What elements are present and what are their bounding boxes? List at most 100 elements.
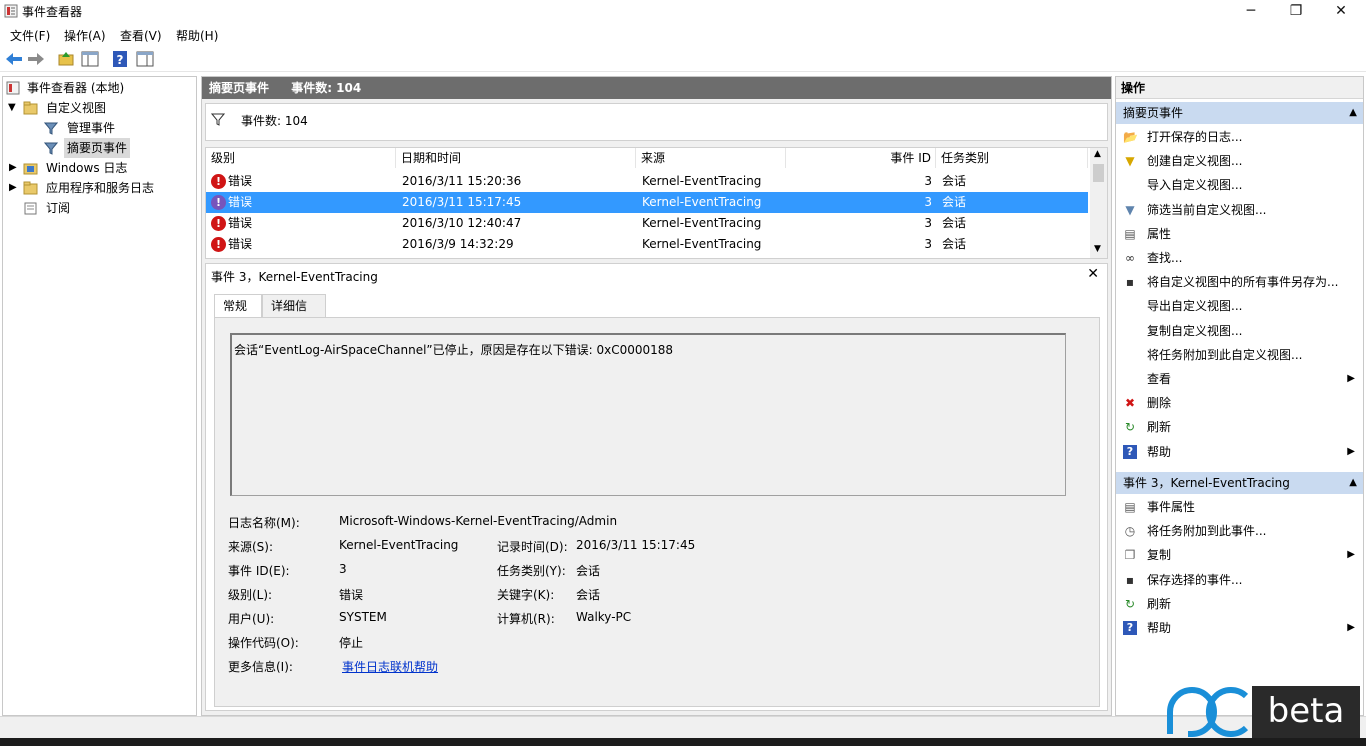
label-log-name: 日志名称(M): — [228, 516, 300, 530]
events-table: 级别 日期和时间 来源 事件 ID 任务类别 ! 错误 2016/3/11 15… — [205, 147, 1108, 259]
action-item[interactable]: ❐ 复制 ▶ — [1116, 544, 1363, 566]
column-header-category[interactable]: 任务类别 — [936, 148, 1088, 168]
action-item[interactable]: ? 帮助 ▶ — [1116, 617, 1363, 639]
action-label: 将自定义视图中的所有事件另存为... — [1147, 275, 1339, 290]
menu-file[interactable]: 文件(F) — [10, 27, 50, 44]
collapse-up-icon[interactable]: ▲ — [1349, 472, 1357, 494]
action-label: 打开保存的日志... — [1147, 130, 1243, 144]
more-info-link[interactable]: 事件日志联机帮助 — [342, 658, 438, 675]
back-arrow-icon[interactable] — [4, 49, 24, 69]
cell-datetime: 2016/3/11 15:17:45 — [402, 195, 522, 209]
status-bar — [0, 716, 1366, 738]
close-window-button[interactable]: ✕ — [1318, 0, 1364, 22]
event-message-box[interactable]: 会话“EventLog-AirSpaceChannel”已停止，原因是存在以下错… — [230, 333, 1066, 496]
collapse-up-icon[interactable]: ▲ — [1349, 102, 1357, 124]
action-item[interactable]: ✖ 删除 — [1116, 392, 1363, 414]
maximize-button[interactable]: ❐ — [1273, 0, 1319, 22]
scrollbar-thumb[interactable] — [1093, 164, 1104, 182]
cell-level: 错误 — [228, 195, 253, 209]
table-scrollbar[interactable]: ▲ ▼ — [1090, 148, 1107, 258]
collapsed-chevron-icon[interactable]: ▶ — [9, 158, 17, 178]
cell-event-id: 3 — [924, 174, 932, 188]
menu-view[interactable]: 查看(V) — [120, 27, 162, 44]
error-icon: ! — [211, 237, 226, 252]
tree-item-windows-logs[interactable]: ▶ Windows 日志 — [6, 158, 186, 178]
cell-source: Kernel-EventTracing — [642, 174, 762, 188]
menu-action[interactable]: 操作(A) — [64, 27, 106, 44]
tab-details[interactable]: 详细信息 — [262, 294, 326, 335]
cell-datetime: 2016/3/11 15:20:36 — [402, 174, 522, 188]
column-header-event-id[interactable]: 事件 ID — [786, 148, 936, 168]
section-header-summary-events[interactable]: 摘要页事件 ▲ — [1116, 102, 1363, 124]
value-task-category: 会话 — [576, 564, 601, 578]
action-item[interactable]: ▤ 事件属性 — [1116, 496, 1363, 518]
section-header-event[interactable]: 事件 3，Kernel-EventTracing ▲ — [1116, 472, 1363, 494]
action-item[interactable]: ▼ 创建自定义视图... — [1116, 150, 1363, 172]
label-computer: 计算机(R): — [497, 612, 555, 626]
cell-category: 会话 — [942, 216, 967, 230]
watermark-box: beta — [1252, 686, 1360, 738]
action-label: 帮助 — [1147, 621, 1172, 635]
help-icon[interactable]: ? — [110, 49, 130, 69]
action-item[interactable]: 将任务附加到此自定义视图... — [1116, 344, 1363, 366]
value-logged: 2016/3/11 15:17:45 — [576, 538, 696, 552]
table-row[interactable]: ! 错误 2016/3/9 14:32:29 Kernel-EventTraci… — [206, 234, 1088, 255]
tree-item-app-service-logs[interactable]: ▶ 应用程序和服务日志 — [6, 178, 186, 198]
action-item[interactable]: ↻ 刷新 — [1116, 593, 1363, 615]
svg-text:?: ? — [117, 53, 124, 67]
expanded-chevron-icon[interactable]: ▼ — [8, 98, 16, 118]
folder-open-icon: 📂 — [1123, 130, 1138, 144]
value-user: SYSTEM — [339, 610, 387, 624]
tree-item-admin-events[interactable]: 管理事件 — [6, 118, 186, 138]
action-item[interactable]: ∞ 查找... — [1116, 247, 1363, 269]
tree-item-subscriptions[interactable]: 订阅 — [6, 198, 186, 218]
action-item[interactable]: 导出自定义视图... — [1116, 295, 1363, 317]
task-icon: ◷ — [1124, 524, 1136, 539]
tree-item-custom-views[interactable]: ▼ 自定义视图 — [6, 98, 186, 118]
event-message: 会话“EventLog-AirSpaceChannel”已停止，原因是存在以下错… — [234, 343, 674, 357]
menu-help[interactable]: 帮助(H) — [176, 27, 218, 44]
action-item[interactable]: ▪ 保存选择的事件... — [1116, 569, 1363, 591]
show-hide-tree-icon[interactable] — [80, 49, 100, 69]
forward-arrow-icon[interactable] — [26, 49, 46, 69]
cell-source: Kernel-EventTracing — [642, 237, 762, 251]
show-hide-action-pane-icon[interactable] — [135, 49, 155, 69]
minimize-button[interactable]: ─ — [1228, 0, 1274, 22]
general-tab-body: 会话“EventLog-AirSpaceChannel”已停止，原因是存在以下错… — [214, 317, 1100, 707]
value-opcode: 停止 — [339, 636, 364, 650]
action-item[interactable]: 导入自定义视图... — [1116, 174, 1363, 196]
cell-level: 错误 — [228, 174, 253, 188]
table-row[interactable]: ! 错误 2016/3/10 12:40:47 Kernel-EventTrac… — [206, 213, 1088, 234]
tab-general[interactable]: 常规 — [214, 294, 262, 318]
action-item[interactable]: ▤ 属性 — [1116, 223, 1363, 245]
collapsed-chevron-icon[interactable]: ▶ — [9, 178, 17, 198]
actions-pane: 操作 摘要页事件 ▲ 📂 打开保存的日志... ▼ 创建自定义视图... 导入自定义视图… — [1115, 76, 1364, 716]
folder-icon — [23, 163, 38, 175]
action-item[interactable]: ? 帮助 ▶ — [1116, 441, 1363, 463]
label-opcode: 操作代码(O): — [228, 636, 299, 650]
action-item[interactable]: ◷ 将任务附加到此事件... — [1116, 520, 1363, 542]
table-row[interactable]: ! 错误 2016/3/11 15:20:36 Kernel-EventTrac… — [206, 171, 1088, 192]
scroll-down-icon[interactable]: ▼ — [1094, 244, 1101, 254]
cell-source: Kernel-EventTracing — [642, 216, 762, 230]
column-header-source[interactable]: 来源 — [636, 148, 786, 168]
cell-datetime: 2016/3/10 12:40:47 — [402, 216, 522, 230]
action-item[interactable]: 复制自定义视图... — [1116, 320, 1363, 342]
folder-up-icon[interactable] — [56, 49, 76, 69]
title-bar: 事件查看器 ─ ❐ ✕ — [0, 0, 1366, 22]
action-label: 复制自定义视图... — [1147, 323, 1243, 338]
action-item[interactable]: ↻ 刷新 — [1116, 416, 1363, 438]
actions-title: 操作 — [1116, 77, 1363, 99]
action-item[interactable]: 📂 打开保存的日志... — [1116, 126, 1363, 148]
close-detail-button[interactable]: ✕ — [1087, 266, 1099, 282]
table-row-selected[interactable]: ! 错误 2016/3/11 15:17:45 Kernel-EventTrac… — [206, 192, 1088, 213]
scroll-up-icon[interactable]: ▲ — [1094, 149, 1101, 159]
action-item[interactable]: 查看 ▶ — [1116, 368, 1363, 390]
action-label: 查找... — [1147, 251, 1183, 265]
tree-item-summary-events[interactable]: 摘要页事件 — [6, 138, 186, 158]
column-header-datetime[interactable]: 日期和时间 — [396, 148, 636, 168]
tree-label-app-service-logs: 应用程序和服务日志 — [46, 181, 155, 195]
action-item[interactable]: ▪ 将自定义视图中的所有事件另存为... — [1116, 271, 1363, 293]
column-header-level[interactable]: 级别 — [206, 148, 396, 168]
action-item[interactable]: ▼ 筛选当前自定义视图... — [1116, 199, 1363, 221]
